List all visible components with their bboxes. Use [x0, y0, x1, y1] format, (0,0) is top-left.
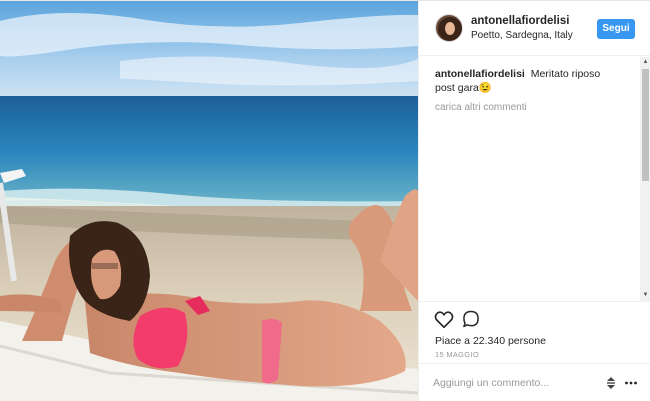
post-actions: Piace a 22.340 persone 15 MAGGIO: [419, 301, 650, 363]
scrollbar-thumb[interactable]: [642, 69, 649, 181]
avatar[interactable]: [435, 14, 463, 42]
comments-scrollbar[interactable]: ▲ ▼: [640, 57, 650, 301]
post-date[interactable]: 15 MAGGIO: [435, 350, 479, 359]
instagram-post: antonellafiordelisi Poetto, Sardegna, It…: [0, 0, 650, 401]
load-more-comments-link[interactable]: carica altri commenti: [435, 102, 625, 113]
post-header: antonellafiordelisi Poetto, Sardegna, It…: [419, 1, 650, 56]
beach-photo-image: [0, 1, 418, 401]
ellipsis-icon[interactable]: [624, 376, 638, 390]
heart-outline-icon[interactable]: [433, 308, 455, 330]
username-link[interactable]: antonellafiordelisi: [471, 15, 569, 27]
comments-section: antonellafiordelisi Meritato riposo post…: [419, 57, 641, 301]
caption-username[interactable]: antonellafiordelisi: [435, 68, 525, 80]
scroll-down-arrow-icon[interactable]: ▼: [640, 290, 650, 301]
caption: antonellafiordelisi Meritato riposo post…: [435, 67, 605, 95]
post-sidebar: antonellafiordelisi Poetto, Sardegna, It…: [418, 1, 650, 401]
speech-bubble-icon[interactable]: [461, 309, 481, 329]
add-comment-bar: [419, 363, 650, 401]
likes-count[interactable]: Piace a 22.340 persone: [435, 335, 546, 347]
location-link[interactable]: Poetto, Sardegna, Italy: [471, 30, 573, 41]
comment-input[interactable]: [433, 374, 601, 392]
post-photo[interactable]: [0, 1, 418, 401]
up-down-arrows-icon[interactable]: [605, 376, 617, 390]
follow-button[interactable]: Segui: [597, 19, 635, 39]
scroll-up-arrow-icon[interactable]: ▲: [640, 57, 650, 68]
